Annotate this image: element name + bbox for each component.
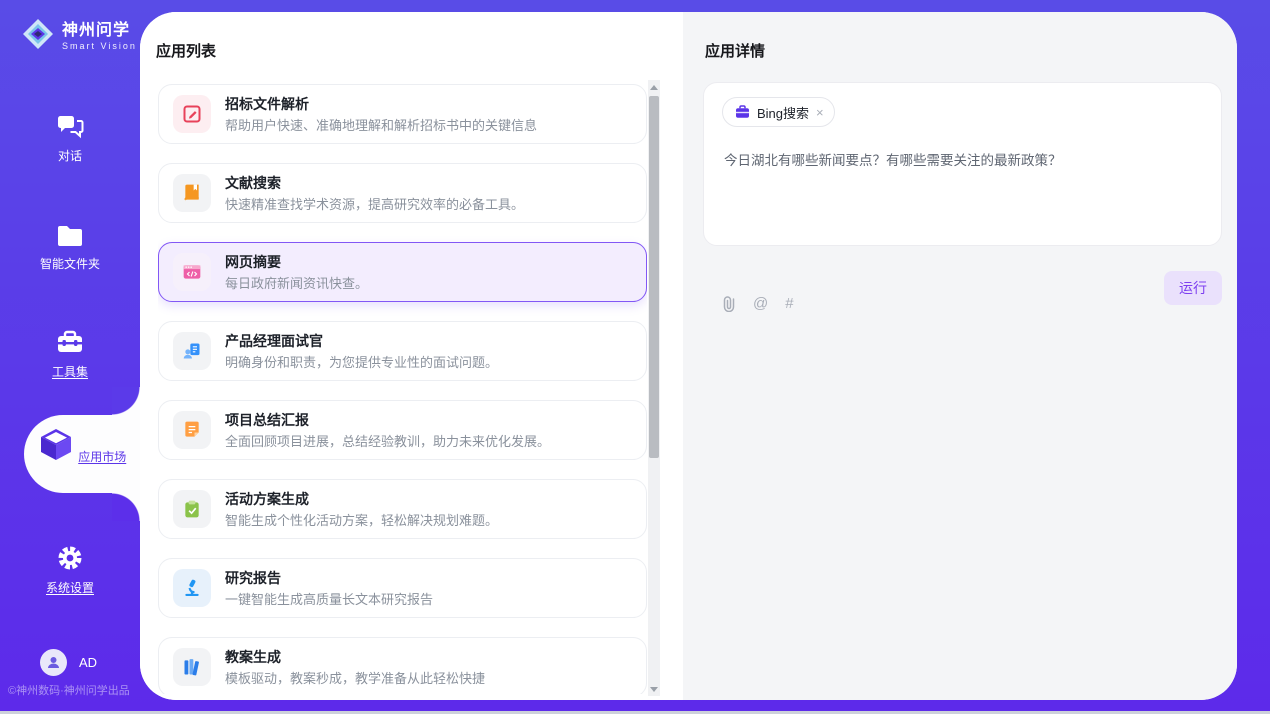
sidebar-item-label: 系统设置 [46, 581, 94, 595]
app-card-lesson-plan[interactable]: 教案生成 模板驱动，教案秒成，教学准备从此轻松快捷 [158, 637, 647, 694]
app-card-desc: 智能生成个性化活动方案，轻松解决规划难题。 [225, 511, 498, 530]
app-card-research-report[interactable]: 研究报告 一键智能生成高质量长文本研究报告 [158, 558, 647, 618]
brand-name: 神州问学 [62, 16, 137, 40]
scroll-up-icon[interactable] [648, 80, 660, 94]
app-card-title: 文献搜索 [225, 173, 524, 193]
app-card-pm-interviewer[interactable]: 产品经理面试官 明确身份和职责，为您提供专业性的面试问题。 [158, 321, 647, 381]
app-card-list: 招标文件解析 帮助用户快速、准确地理解和解析招标书中的关键信息 文献搜索 [158, 84, 647, 694]
app-card-title: 产品经理面试官 [225, 331, 498, 351]
app-list-panel: 应用列表 招标文件解析 帮助用户快速、准确地理解和解析招标书中的关键信息 [140, 12, 683, 700]
edit-icon [173, 95, 211, 133]
app-window: 神州问学 Smart Vision 对话 智能文件夹 [0, 0, 1270, 714]
main-panel: 应用列表 招标文件解析 帮助用户快速、准确地理解和解析招标书中的关键信息 [140, 12, 1237, 700]
copyright-footer: ©神州数码·神州问学出品 [8, 682, 130, 698]
app-card-desc: 帮助用户快速、准确地理解和解析招标书中的关键信息 [225, 116, 537, 135]
sidebar-item-chat[interactable]: 对话 [0, 114, 140, 165]
interview-icon [173, 332, 211, 370]
browser-icon [173, 253, 211, 291]
run-button[interactable]: 运行 [1164, 271, 1222, 305]
active-tab-curve-bottom [112, 493, 140, 521]
app-card-event-plan[interactable]: 活动方案生成 智能生成个性化活动方案，轻松解决规划难题。 [158, 479, 647, 539]
clipboard-icon [173, 490, 211, 528]
mention-icon[interactable]: @ [753, 295, 768, 312]
sidebar-item-toolset[interactable]: 工具集 [0, 330, 140, 381]
app-card-bid-parsing[interactable]: 招标文件解析 帮助用户快速、准确地理解和解析招标书中的关键信息 [158, 84, 647, 144]
chat-icon [56, 114, 84, 140]
sidebar: 神州问学 Smart Vision 对话 智能文件夹 [0, 0, 140, 711]
app-card-desc: 快速精准查找学术资源，提高研究效率的必备工具。 [225, 195, 524, 214]
app-card-desc: 一键智能生成高质量长文本研究报告 [225, 590, 433, 609]
app-list-title: 应用列表 [156, 40, 216, 61]
app-card-desc: 明确身份和职责，为您提供专业性的面试问题。 [225, 353, 498, 372]
active-tab-curve-top [112, 387, 140, 415]
scroll-down-icon[interactable] [648, 682, 660, 696]
query-input[interactable]: 今日湖北有哪些新闻要点？有哪些需要关注的最新政策？ [724, 151, 1201, 171]
app-detail-title: 应用详情 [705, 40, 765, 61]
user-account[interactable]: AD [40, 649, 97, 676]
app-detail-panel: 应用详情 Bing搜索 × 今日湖北有哪些新闻要点？有哪些需要关注的最新政策？ [683, 12, 1237, 700]
app-card-title: 招标文件解析 [225, 94, 537, 114]
app-card-desc: 每日政府新闻资讯快查。 [225, 274, 368, 293]
app-card-desc: 全面回顾项目进展，总结经验教训，助力未来优化发展。 [225, 432, 550, 451]
sidebar-item-settings[interactable]: 系统设置 [0, 544, 140, 597]
close-icon[interactable]: × [816, 106, 824, 119]
paperclip-icon[interactable] [722, 295, 736, 312]
app-card-project-summary[interactable]: 项目总结汇报 全面回顾项目进展，总结经验教训，助力未来优化发展。 [158, 400, 647, 460]
topic-icon[interactable]: # [785, 295, 793, 312]
person-icon [46, 655, 61, 670]
user-initials: AD [79, 655, 97, 670]
toolbox-icon [56, 330, 84, 356]
app-card-title: 项目总结汇报 [225, 410, 550, 430]
folder-icon [56, 224, 84, 248]
books-icon [173, 648, 211, 686]
brand-logo: 神州问学 Smart Vision [22, 16, 137, 51]
sidebar-item-smart-folder[interactable]: 智能文件夹 [0, 224, 140, 273]
gear-icon [56, 544, 84, 572]
note-icon [173, 411, 211, 449]
scrollbar-thumb[interactable] [649, 96, 659, 458]
sidebar-item-app-market[interactable]: 应用市场 [24, 415, 140, 493]
app-card-desc: 模板驱动，教案秒成，教学准备从此轻松快捷 [225, 669, 485, 688]
brand-subtitle: Smart Vision [62, 41, 137, 51]
prompt-input-card: Bing搜索 × 今日湖北有哪些新闻要点？有哪些需要关注的最新政策？ @ # [703, 82, 1222, 246]
sidebar-item-label: 对话 [58, 149, 82, 163]
app-card-web-summary[interactable]: 网页摘要 每日政府新闻资讯快查。 [158, 242, 647, 302]
app-card-literature-search[interactable]: 文献搜索 快速精准查找学术资源，提高研究效率的必备工具。 [158, 163, 647, 223]
book-icon [173, 174, 211, 212]
tool-tag-bing-search[interactable]: Bing搜索 × [722, 97, 835, 127]
tool-tag-label: Bing搜索 [757, 103, 809, 122]
cube-icon [38, 427, 74, 461]
avatar [40, 649, 67, 676]
sidebar-item-label: 应用市场 [78, 450, 126, 464]
app-card-title: 研究报告 [225, 568, 433, 588]
sidebar-item-label: 智能文件夹 [40, 257, 100, 271]
input-toolbar: @ # [722, 295, 794, 312]
list-scrollbar[interactable] [648, 80, 660, 696]
briefcase-icon [735, 105, 750, 119]
app-card-title: 教案生成 [225, 647, 485, 667]
brand-diamond-icon [22, 18, 54, 50]
sidebar-item-label: 工具集 [52, 365, 88, 379]
microscope-icon [173, 569, 211, 607]
app-card-title: 网页摘要 [225, 252, 368, 272]
app-card-title: 活动方案生成 [225, 489, 498, 509]
